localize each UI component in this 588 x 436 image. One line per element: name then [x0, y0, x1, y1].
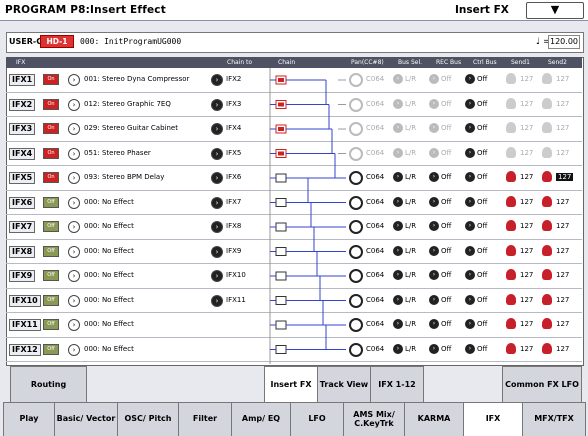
header-pan: Pan(CC#8): [351, 59, 384, 66]
page-name: Insert FX: [455, 4, 509, 16]
tab-osc-pitch-label: OSC/ Pitch: [124, 414, 172, 424]
subtab-routing[interactable]: Routing: [10, 366, 87, 404]
tab-osc-pitch[interactable]: OSC/ Pitch: [117, 402, 179, 436]
tab-basic-vector[interactable]: Basic/ Vector: [54, 402, 118, 436]
tab-mfx-tfx-label: MFX/TFX: [534, 414, 574, 424]
header-rec-bus: REC Bus: [436, 59, 462, 66]
tab-amp-eq[interactable]: Amp/ EQ: [231, 402, 291, 436]
header-send2: Send2: [548, 59, 567, 66]
tab-mfx-tfx[interactable]: MFX/TFX: [522, 402, 586, 436]
program-name[interactable]: 000: InitProgramUG000: [80, 37, 181, 46]
tab-karma[interactable]: KARMA: [404, 402, 464, 436]
subtab-common-fx-lfo[interactable]: Common FX LFO: [502, 366, 582, 404]
subtab-routing-label: Routing: [30, 380, 67, 390]
subtab-insert-fx[interactable]: Insert FX: [264, 366, 318, 404]
header-bus-sel: Bus Sel.: [398, 59, 423, 66]
subtab-common-fx-lfo-label: Common FX LFO: [505, 380, 579, 390]
header-send1: Send1: [511, 59, 530, 66]
subtab-track-view[interactable]: Track View: [317, 366, 371, 404]
header-ifx: IFX: [16, 59, 26, 66]
tab-ams-mix[interactable]: AMS Mix/ C.KeyTrk: [343, 402, 405, 436]
tab-amp-eq-label: Amp/ EQ: [241, 414, 281, 424]
tab-play[interactable]: Play: [3, 402, 55, 436]
chevron-down-icon: ▼: [550, 3, 560, 16]
subtab-insert-fx-label: Insert FX: [270, 380, 312, 390]
tab-ams-mix-label: AMS Mix/ C.KeyTrk: [353, 409, 395, 428]
tab-filter[interactable]: Filter: [178, 402, 232, 436]
window-title: PROGRAM P8:Insert Effect: [5, 4, 166, 16]
tab-ifx-label: IFX: [485, 414, 501, 424]
tab-karma-label: KARMA: [417, 414, 451, 424]
subtab-ifx-1-12-label: IFX 1-12: [378, 380, 416, 390]
header-chain: Chain: [278, 59, 296, 66]
ifx-table-header: IFX Chain to Chain Pan(CC#8) Bus Sel. RE…: [6, 57, 582, 68]
header-chain-to: Chain to: [227, 59, 253, 66]
tab-lfo-label: LFO: [308, 414, 326, 424]
subtab-track-view-label: Track View: [319, 380, 369, 390]
tab-lfo[interactable]: LFO: [290, 402, 344, 436]
chain-routing-diagram: [269, 68, 346, 364]
header-ctrl-bus: Ctrl Bus: [473, 59, 497, 66]
program-bank: USER-G: [9, 37, 43, 46]
tab-ifx[interactable]: IFX: [463, 402, 523, 436]
page-menu-button[interactable]: ▼: [526, 2, 584, 19]
tab-filter-label: Filter: [192, 414, 218, 424]
program-bank-type: HD-1: [40, 35, 74, 48]
tempo-field[interactable]: 120.00: [548, 35, 580, 49]
tab-play-label: Play: [19, 414, 39, 424]
subtab-ifx-1-12[interactable]: IFX 1-12: [370, 366, 424, 404]
tab-basic-vector-label: Basic/ Vector: [56, 414, 116, 424]
